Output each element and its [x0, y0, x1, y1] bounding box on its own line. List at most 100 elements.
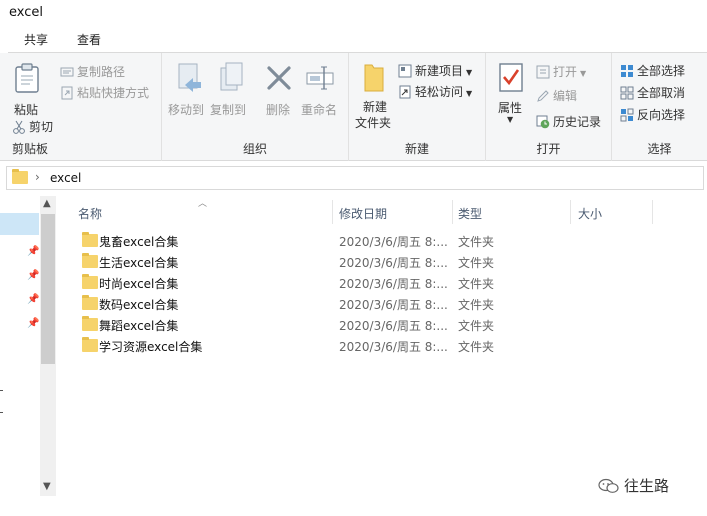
folder-icon: [82, 295, 98, 310]
new-folder-button[interactable]: 新建 文件夹: [353, 59, 397, 133]
title-bar: excel: [0, 0, 707, 28]
history-button[interactable]: 历史记录: [536, 113, 601, 130]
ribbon-tabs: 共享 查看: [0, 28, 707, 53]
file-date: 2020/3/6/周五 8:...: [339, 256, 448, 270]
file-date: 2020/3/6/周五 8:...: [339, 277, 448, 291]
group-open: 属性 ▼ 打开 ▼ 编辑 历史记录 打开: [486, 53, 612, 161]
file-name: 数码excel合集: [99, 298, 179, 312]
pin-icon[interactable]: 📌: [27, 246, 39, 257]
paste-shortcut-label: 粘贴快捷方式: [77, 86, 150, 100]
edit-button[interactable]: 编辑: [536, 87, 577, 104]
file-row[interactable]: 时尚excel合集 2020/3/6/周五 8:... 文件夹: [76, 273, 596, 293]
history-clock-icon: [536, 115, 550, 129]
move-to-label: 移动到: [168, 103, 205, 117]
column-header-name[interactable]: 名称: [78, 205, 102, 222]
rename-label: 重命名: [301, 103, 338, 117]
copy-to-button[interactable]: 复制到: [209, 59, 249, 117]
file-name: 舞蹈excel合集: [99, 319, 179, 333]
open-button[interactable]: 打开 ▼: [536, 63, 586, 80]
paste-button[interactable]: 粘贴: [8, 59, 48, 117]
group-label-new: 新建: [404, 142, 429, 156]
open-dropdown-icon: ▼: [580, 69, 587, 78]
nav-tick: [0, 390, 3, 391]
group-select: 全部选择 全部取消 反向选择 选择: [612, 53, 707, 161]
column-divider[interactable]: [652, 200, 653, 224]
rename-button[interactable]: 重命名: [300, 59, 342, 117]
file-row[interactable]: 学习资源excel合集 2020/3/6/周五 8:... 文件夹: [76, 336, 596, 356]
file-date: 2020/3/6/周五 8:...: [339, 340, 448, 354]
tab-share[interactable]: 共享: [18, 32, 54, 52]
column-header-size[interactable]: 大小: [578, 205, 602, 222]
copy-to-icon: [220, 62, 243, 91]
breadcrumb-separator: ›: [35, 170, 40, 184]
breadcrumb-current[interactable]: excel: [50, 171, 81, 185]
address-bar[interactable]: › excel: [6, 166, 704, 190]
copy-path-button[interactable]: 复制路径: [60, 63, 125, 80]
copy-path-label: 复制路径: [77, 65, 126, 79]
tab-view[interactable]: 查看: [71, 32, 107, 52]
group-label-organize: 组织: [242, 142, 267, 156]
group-label-open: 打开: [536, 142, 561, 156]
group-organize: 移动到 复制到 删除 重命名 组织: [162, 53, 349, 161]
file-name: 学习资源excel合集: [99, 340, 203, 354]
select-none-button[interactable]: 全部取消: [620, 84, 685, 101]
column-divider[interactable]: [570, 200, 571, 224]
cut-label: 剪切: [29, 120, 54, 134]
nav-scrollbar[interactable]: ▲ ▼: [40, 196, 56, 496]
column-header-date[interactable]: 修改日期: [339, 205, 387, 222]
properties-label: 属性: [498, 101, 523, 115]
new-folder-label-2: 文件夹: [355, 116, 392, 130]
scroll-down-icon[interactable]: ▼: [43, 481, 51, 492]
delete-x-icon: [267, 66, 291, 90]
pin-icon[interactable]: 📌: [27, 318, 39, 329]
easy-access-label: 轻松访问: [415, 85, 464, 99]
folder-icon: [82, 232, 98, 247]
file-row[interactable]: 生活excel合集 2020/3/6/周五 8:... 文件夹: [76, 252, 596, 272]
scroll-thumb[interactable]: [41, 214, 55, 364]
delete-button[interactable]: 删除: [261, 59, 297, 117]
tab-file-edge: [0, 28, 8, 53]
easy-access-icon: [399, 85, 411, 99]
wechat-icon: [598, 478, 619, 493]
rename-icon: [306, 66, 334, 90]
column-divider[interactable]: [332, 200, 333, 224]
new-item-button[interactable]: 新建项目 ▼: [398, 62, 472, 79]
invert-selection-button[interactable]: 反向选择: [620, 106, 685, 123]
cut-button[interactable]: 剪切: [12, 118, 53, 135]
easy-access-dropdown-icon: ▼: [466, 89, 473, 98]
paste-shortcut-button[interactable]: 粘贴快捷方式: [60, 84, 149, 101]
watermark-text: 往生路: [624, 477, 670, 495]
new-item-icon: [398, 64, 412, 78]
delete-label: 删除: [266, 103, 291, 117]
column-divider[interactable]: [452, 200, 453, 224]
copy-to-label: 复制到: [210, 103, 247, 117]
paste-label: 粘贴: [14, 103, 39, 117]
group-label-select: 选择: [647, 142, 672, 156]
file-date: 2020/3/6/周五 8:...: [339, 298, 448, 312]
move-to-button[interactable]: 移动到: [167, 59, 207, 117]
clipboard-icon: [15, 63, 39, 93]
file-row[interactable]: 鬼畜excel合集 2020/3/6/周五 8:... 文件夹: [76, 231, 596, 251]
edit-pencil-icon: [537, 90, 549, 102]
file-name: 鬼畜excel合集: [99, 235, 179, 249]
folder-icon: [82, 337, 98, 352]
window-title: excel: [9, 5, 43, 20]
properties-dropdown-icon: ▼: [507, 115, 514, 124]
select-all-button[interactable]: 全部选择: [620, 62, 685, 79]
column-header-type[interactable]: 类型: [458, 205, 482, 222]
scroll-up-icon[interactable]: ▲: [43, 198, 51, 209]
new-folder-label-1: 新建: [363, 100, 388, 114]
file-row[interactable]: 舞蹈excel合集 2020/3/6/周五 8:... 文件夹: [76, 315, 596, 335]
file-date: 2020/3/6/周五 8:...: [339, 319, 448, 333]
pin-icon[interactable]: 📌: [27, 270, 39, 281]
easy-access-button[interactable]: 轻松访问 ▼: [398, 83, 472, 100]
properties-button[interactable]: 属性 ▼: [492, 59, 528, 129]
file-type: 文件夹: [458, 277, 495, 291]
pin-icon[interactable]: 📌: [27, 294, 39, 305]
file-date: 2020/3/6/周五 8:...: [339, 235, 448, 249]
file-row[interactable]: 数码excel合集 2020/3/6/周五 8:... 文件夹: [76, 294, 596, 314]
nav-selected-item[interactable]: [0, 213, 39, 235]
file-name: 生活excel合集: [99, 256, 179, 270]
sort-ascending-icon: ︿: [198, 199, 208, 209]
group-clipboard: 粘贴 复制路径 粘贴快捷方式 剪切 剪贴板: [0, 53, 162, 161]
